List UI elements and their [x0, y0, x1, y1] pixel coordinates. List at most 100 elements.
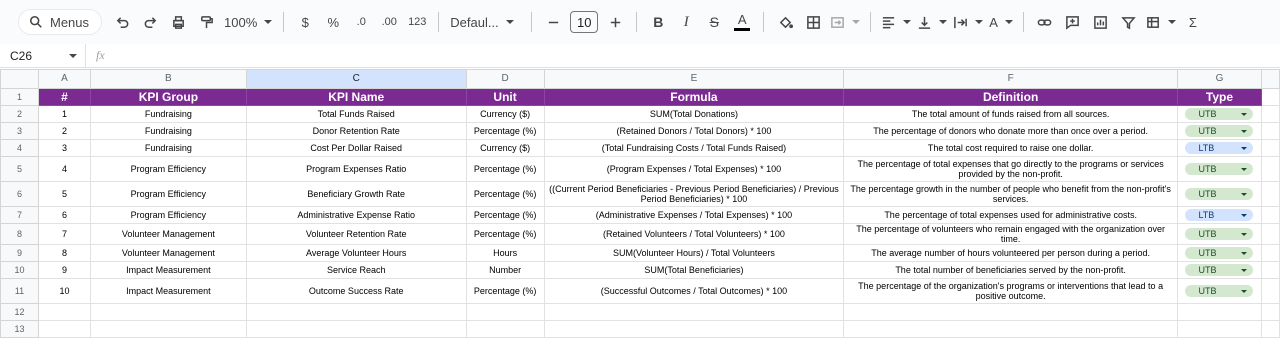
cell-number[interactable]: 5	[37, 181, 91, 207]
row-header[interactable]: 13	[0, 320, 39, 338]
column-header-g[interactable]: G	[1176, 69, 1262, 89]
cell-kpi-group[interactable]: Volunteer Management	[89, 223, 247, 245]
cell-type[interactable]: UTB	[1176, 105, 1262, 123]
currency-format-button[interactable]: $	[294, 9, 316, 35]
cell-definition[interactable]: The percentage of total expenses that go…	[843, 156, 1178, 182]
grid-cell[interactable]	[1260, 278, 1280, 304]
zoom-select[interactable]: 100%	[224, 15, 273, 30]
text-rotation-button[interactable]: A	[989, 9, 1013, 35]
cell-kpi-group[interactable]: Program Efficiency	[89, 206, 247, 224]
cell-type[interactable]: LTB	[1176, 206, 1262, 224]
insert-chart-icon[interactable]	[1090, 9, 1112, 35]
type-dropdown-chip[interactable]: UTB	[1185, 188, 1254, 200]
cell-definition[interactable]: The percentage of the organization's pro…	[843, 278, 1178, 304]
cell-unit[interactable]: Percentage (%)	[465, 122, 545, 140]
cell-formula[interactable]: ((Current Period Beneficiaries - Previou…	[543, 181, 845, 207]
grid-cell[interactable]	[1260, 139, 1280, 157]
column-header-d[interactable]: D	[465, 69, 545, 89]
grid-cell[interactable]	[543, 320, 845, 338]
grid-cell[interactable]	[843, 303, 1178, 321]
cell-unit[interactable]: Currency ($)	[465, 139, 545, 157]
cell-type[interactable]: UTB	[1176, 223, 1262, 245]
cell-type[interactable]: UTB	[1176, 278, 1262, 304]
cell-formula[interactable]: (Administrative Expenses / Total Expense…	[543, 206, 845, 224]
grid-cell[interactable]	[1260, 206, 1280, 224]
cell-kpi-group[interactable]: Fundraising	[89, 105, 247, 123]
grid-cell[interactable]	[1260, 122, 1280, 140]
grid-cell[interactable]	[1260, 105, 1280, 123]
cell-kpi-name[interactable]: Beneficiary Growth Rate	[245, 181, 467, 207]
column-header-e[interactable]: E	[543, 69, 845, 89]
percent-format-button[interactable]: %	[322, 9, 344, 35]
cell-formula[interactable]: SUM(Volunteer Hours) / Total Volunteers	[543, 244, 845, 262]
cell-unit[interactable]: Percentage (%)	[465, 278, 545, 304]
cell-kpi-name[interactable]: Cost Per Dollar Raised	[245, 139, 467, 157]
cell-formula[interactable]: (Total Fundraising Costs / Total Funds R…	[543, 139, 845, 157]
number-format-button[interactable]: 123	[406, 9, 428, 35]
cell-unit[interactable]: Percentage (%)	[465, 223, 545, 245]
column-header-c[interactable]: C	[245, 69, 467, 89]
cell-kpi-name[interactable]: Administrative Expense Ratio	[245, 206, 467, 224]
decrease-decimal-button[interactable]: .0	[350, 9, 372, 35]
cell-definition[interactable]: The total number of beneficiaries served…	[843, 261, 1178, 279]
undo-icon[interactable]	[111, 9, 133, 35]
cell-unit[interactable]: Percentage (%)	[465, 206, 545, 224]
row-header[interactable]: 5	[0, 156, 39, 182]
horizontal-align-icon[interactable]	[881, 9, 912, 35]
grid-cell[interactable]	[1260, 88, 1280, 106]
cell-type[interactable]: UTB	[1176, 261, 1262, 279]
cell-kpi-name[interactable]: Donor Retention Rate	[245, 122, 467, 140]
cell-type[interactable]: UTB	[1176, 181, 1262, 207]
font-size-input[interactable]: 10	[570, 11, 599, 33]
cell-formula[interactable]: (Program Expenses / Total Expenses) * 10…	[543, 156, 845, 182]
name-box[interactable]: C26	[0, 43, 86, 68]
grid-cell[interactable]	[1176, 303, 1262, 321]
text-wrap-icon[interactable]	[953, 9, 984, 35]
merge-cells-icon[interactable]	[830, 9, 861, 35]
grid-cell[interactable]	[89, 320, 247, 338]
select-all-corner[interactable]	[0, 69, 39, 89]
font-select[interactable]: Defaul...	[450, 15, 520, 30]
row-header[interactable]: 9	[0, 244, 39, 262]
increase-decimal-button[interactable]: .00	[378, 9, 400, 35]
row-header[interactable]: 4	[0, 139, 39, 157]
cell-kpi-name[interactable]: Total Funds Raised	[245, 105, 467, 123]
cell-number[interactable]: 6	[37, 206, 91, 224]
cell-kpi-name[interactable]: Outcome Success Rate	[245, 278, 467, 304]
type-dropdown-chip[interactable]: LTB	[1185, 209, 1254, 221]
insert-comment-icon[interactable]	[1062, 9, 1084, 35]
cell-definition[interactable]: The average number of hours volunteered …	[843, 244, 1178, 262]
grid-cell[interactable]	[465, 320, 545, 338]
print-icon[interactable]	[167, 9, 189, 35]
font-size-increase-button[interactable]	[604, 9, 626, 35]
cell-kpi-group[interactable]: Fundraising	[89, 139, 247, 157]
cell-type[interactable]: UTB	[1176, 244, 1262, 262]
cell-number[interactable]: 4	[37, 156, 91, 182]
cell-unit[interactable]: Percentage (%)	[465, 156, 545, 182]
grid-cell[interactable]	[37, 320, 91, 338]
filter-views-icon[interactable]	[1146, 9, 1176, 35]
row-header[interactable]: 7	[0, 206, 39, 224]
cell-formula[interactable]: (Successful Outcomes / Total Outcomes) *…	[543, 278, 845, 304]
grid-cell[interactable]	[1260, 223, 1280, 245]
grid-cell[interactable]	[89, 303, 247, 321]
functions-button[interactable]: Σ	[1182, 9, 1204, 35]
row-header[interactable]: 6	[0, 181, 39, 207]
cell-type[interactable]: LTB	[1176, 139, 1262, 157]
cell-number[interactable]: 9	[37, 261, 91, 279]
row-header[interactable]: 10	[0, 261, 39, 279]
cell-kpi-name[interactable]: Program Expenses Ratio	[245, 156, 467, 182]
column-header-f[interactable]: F	[843, 69, 1178, 89]
cell-definition[interactable]: The total amount of funds raised from al…	[843, 105, 1178, 123]
grid-cell[interactable]	[1260, 181, 1280, 207]
row-header[interactable]: 8	[0, 223, 39, 245]
grid-cell[interactable]	[245, 303, 467, 321]
cell-formula[interactable]: (Retained Volunteers / Total Volunteers)…	[543, 223, 845, 245]
cell-unit[interactable]: Currency ($)	[465, 105, 545, 123]
row-header[interactable]: 3	[0, 122, 39, 140]
grid-cell[interactable]	[1260, 303, 1280, 321]
cell-kpi-name[interactable]: Volunteer Retention Rate	[245, 223, 467, 245]
header-definition[interactable]: Definition	[843, 88, 1178, 106]
cell-kpi-group[interactable]: Program Efficiency	[89, 181, 247, 207]
header-formula[interactable]: Formula	[543, 88, 845, 106]
